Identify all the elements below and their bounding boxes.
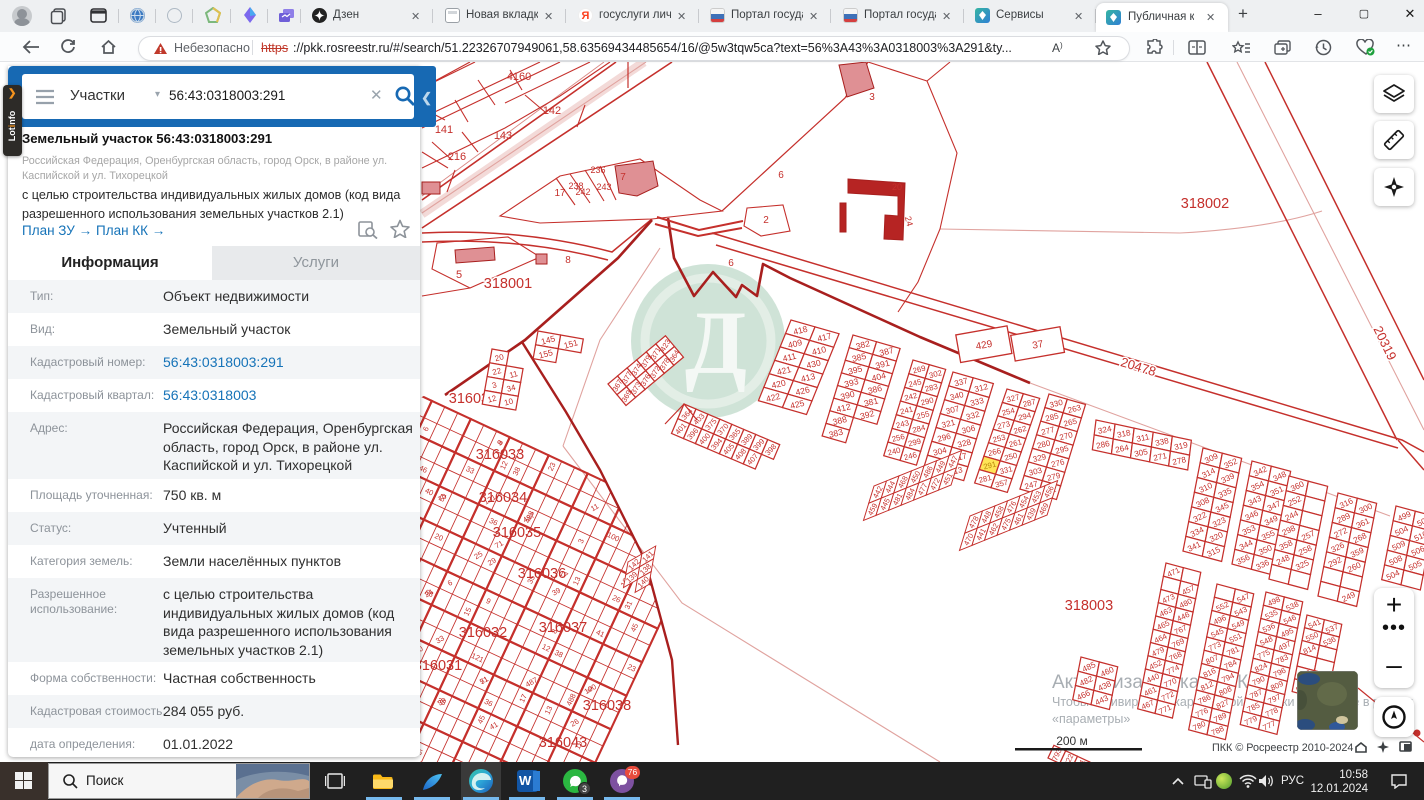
svg-text:4160: 4160 (507, 71, 531, 83)
svg-text:6: 6 (778, 170, 784, 181)
svg-text:143: 143 (494, 130, 512, 142)
svg-text:ПКК © Росреестр 2010-2024: ПКК © Росреестр 2010-2024 (1212, 742, 1353, 754)
svg-text:2: 2 (763, 215, 769, 226)
svg-text:200 м: 200 м (1056, 734, 1088, 748)
svg-text:243: 243 (596, 182, 611, 192)
svg-text:«параметры»: «параметры» (1052, 712, 1130, 726)
svg-text:3: 3 (869, 92, 875, 103)
svg-text:216: 216 (448, 151, 466, 163)
svg-text:7: 7 (620, 172, 626, 183)
svg-text:Д: Д (685, 294, 747, 393)
svg-text:8: 8 (565, 255, 571, 266)
svg-text:242: 242 (575, 187, 590, 197)
svg-text:318001: 318001 (484, 276, 532, 292)
svg-text:318003: 318003 (1065, 598, 1113, 614)
svg-text:17: 17 (554, 188, 566, 199)
svg-text:318002: 318002 (1181, 196, 1229, 212)
svg-text:141: 141 (435, 124, 453, 136)
svg-text:20: 20 (892, 182, 902, 192)
svg-text:236: 236 (590, 165, 605, 175)
svg-text:5: 5 (456, 269, 462, 281)
svg-text:142: 142 (543, 105, 561, 117)
svg-text:6: 6 (728, 258, 734, 269)
